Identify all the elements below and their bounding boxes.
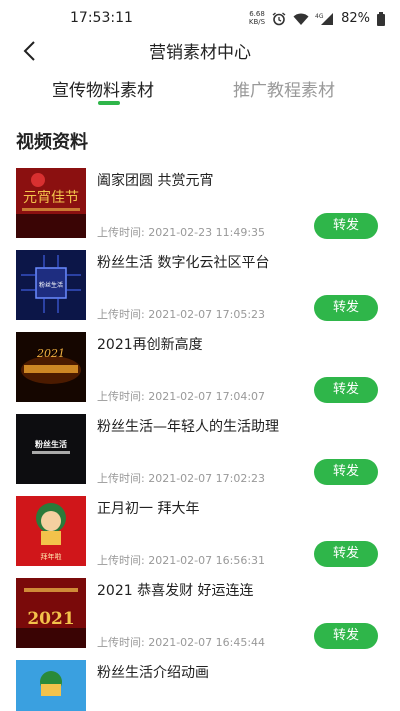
net-speed-unit: KB/S <box>248 18 266 26</box>
status-time: 17:53:11 <box>70 10 133 26</box>
tab-bar: 宣传物料素材 推广教程素材 <box>0 72 400 112</box>
upload-date: 上传时间: 2021-02-07 17:02:23 <box>97 472 266 485</box>
share-button[interactable]: 转发 <box>314 213 378 239</box>
list-item[interactable]: 粉丝生活 粉丝生活—年轻人的生活助理 上传时间: 2021-02-07 17:0… <box>0 414 400 496</box>
status-bar: 17:53:11 6.68 KB/S 4G 82% <box>0 0 400 34</box>
network-type: 4G <box>315 13 324 20</box>
list-item[interactable]: 2021 2021 恭喜发财 好运连连 上传时间: 2021-02-07 16:… <box>0 578 400 660</box>
battery-percent: 82% <box>341 10 370 26</box>
thumb-text: 粉丝生活 <box>35 439 67 449</box>
net-speed: 6.68 KB/S <box>249 10 265 26</box>
section-title: 视频资料 <box>16 132 88 153</box>
video-thumbnail[interactable]: 拜年啦 <box>16 496 86 566</box>
thumb-text: 2021 <box>36 347 65 360</box>
list-item[interactable]: 粉丝生活 粉丝生活 数字化云社区平台 上传时间: 2021-02-07 17:0… <box>0 250 400 332</box>
battery-icon <box>376 11 386 26</box>
list-item[interactable]: 元宵佳节 阖家团圆 共赏元宵 上传时间: 2021-02-23 11:49:35… <box>0 168 400 250</box>
upload-date: 上传时间: 2021-02-23 11:49:35 <box>97 226 266 239</box>
video-thumbnail[interactable]: 元宵佳节 <box>16 168 86 238</box>
alarm-icon <box>271 11 287 26</box>
thumb-text: 粉丝生活 <box>39 281 63 289</box>
thumb-text: 元宵佳节 <box>23 189 79 206</box>
video-thumbnail[interactable]: 粉丝生活 <box>16 414 86 484</box>
page-title: 营销素材中心 <box>149 43 251 63</box>
video-title: 阖家团圆 共赏元宵 <box>97 173 214 189</box>
share-button[interactable]: 转发 <box>314 623 378 649</box>
share-button[interactable]: 转发 <box>314 541 378 567</box>
wifi-icon <box>293 11 309 25</box>
upload-date: 上传时间: 2021-02-07 16:45:44 <box>97 636 266 649</box>
upload-date: 上传时间: 2021-02-07 16:56:31 <box>97 554 266 567</box>
share-button[interactable]: 转发 <box>314 459 378 485</box>
video-thumbnail[interactable]: 2021 <box>16 578 86 648</box>
video-title: 2021再创新高度 <box>97 337 203 353</box>
video-thumbnail[interactable]: 粉丝生活 <box>16 250 86 320</box>
video-title: 2021 恭喜发财 好运连连 <box>97 583 254 599</box>
status-icons: 6.68 KB/S 4G 82% <box>249 8 386 28</box>
net-speed-value: 6.68 <box>249 10 265 18</box>
thumb-text: 2021 <box>27 609 74 629</box>
list-item[interactable]: 2021 2021再创新高度 上传时间: 2021-02-07 17:04:07… <box>0 332 400 414</box>
list-item[interactable]: 粉丝生活介绍动画 <box>0 660 400 711</box>
signal-icon: 4G <box>315 11 335 25</box>
video-thumbnail[interactable]: 2021 <box>16 332 86 402</box>
tab-tutorial-materials[interactable]: 推广教程素材 <box>233 76 335 101</box>
header: 营销素材中心 <box>0 34 400 66</box>
thumb-text: 拜年啦 <box>41 552 62 561</box>
tab-promo-materials[interactable]: 宣传物料素材 <box>52 76 154 101</box>
share-button[interactable]: 转发 <box>314 377 378 403</box>
video-title: 粉丝生活介绍动画 <box>97 665 209 681</box>
video-title: 正月初一 拜大年 <box>97 501 200 517</box>
video-title: 粉丝生活—年轻人的生活助理 <box>97 419 279 435</box>
upload-date: 上传时间: 2021-02-07 17:05:23 <box>97 308 266 321</box>
video-title: 粉丝生活 数字化云社区平台 <box>97 255 270 271</box>
video-thumbnail[interactable] <box>16 660 86 711</box>
active-tab-indicator <box>98 101 120 105</box>
list-item[interactable]: 拜年啦 正月初一 拜大年 上传时间: 2021-02-07 16:56:31 转… <box>0 496 400 578</box>
share-button[interactable]: 转发 <box>314 295 378 321</box>
upload-date: 上传时间: 2021-02-07 17:04:07 <box>97 390 266 403</box>
